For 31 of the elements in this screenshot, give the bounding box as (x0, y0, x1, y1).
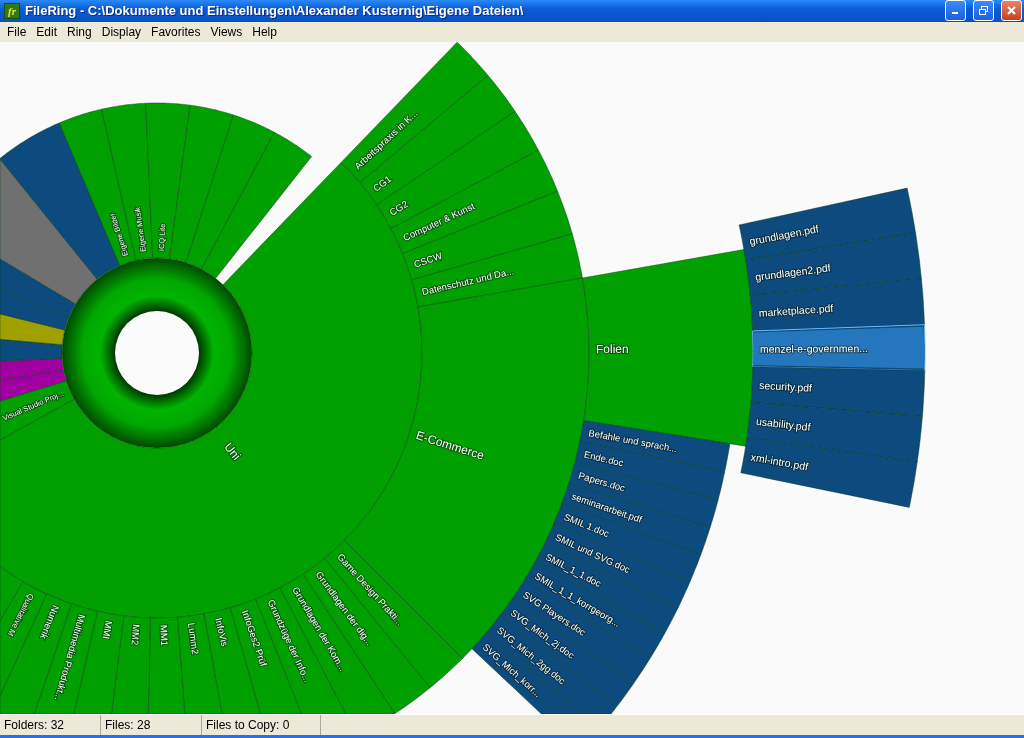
restore-icon (978, 5, 989, 17)
file-label: InfoVis (213, 617, 231, 648)
file-label: Lumm2 (186, 622, 202, 656)
window-title: FileRing - C:\Dokumente und Einstellungen\Alexander Kusternig\Eigene Dateien\ (25, 3, 525, 19)
menu-item[interactable]: Ring (62, 23, 97, 41)
file-label: MM1 (158, 625, 171, 647)
close-button[interactable] (1001, 0, 1022, 22)
menu-item[interactable]: Help (247, 23, 282, 41)
file-label: MM2 (129, 624, 143, 647)
file-label: Ende.doc (583, 448, 625, 469)
file-label: security.pdf (758, 379, 813, 394)
file-label: marketplace.pdf (758, 302, 834, 320)
minimize-button[interactable] (945, 0, 966, 22)
file-label: menzel-e-governmen... (759, 342, 868, 356)
file-segment[interactable] (750, 366, 926, 418)
file-label: CG1 (370, 173, 394, 195)
close-icon (1006, 5, 1017, 17)
folder-label: Folien (595, 342, 629, 357)
restore-button[interactable] (973, 0, 994, 22)
menu-item[interactable]: File (2, 23, 32, 41)
menu-item[interactable]: Edit (31, 23, 63, 41)
app-icon: fr (4, 2, 20, 19)
file-label: usability.pdf (755, 415, 812, 434)
file-label: MMI (100, 620, 115, 641)
file-label: xml-intro.pdf (750, 450, 809, 473)
menu-item[interactable]: Views (205, 23, 248, 41)
menu-item[interactable]: Display (96, 23, 147, 41)
folder-label: Uni (221, 440, 244, 464)
file-label: CG2 (387, 198, 410, 218)
file-segment[interactable] (740, 437, 918, 509)
menu-item[interactable]: Favorites (146, 23, 206, 41)
